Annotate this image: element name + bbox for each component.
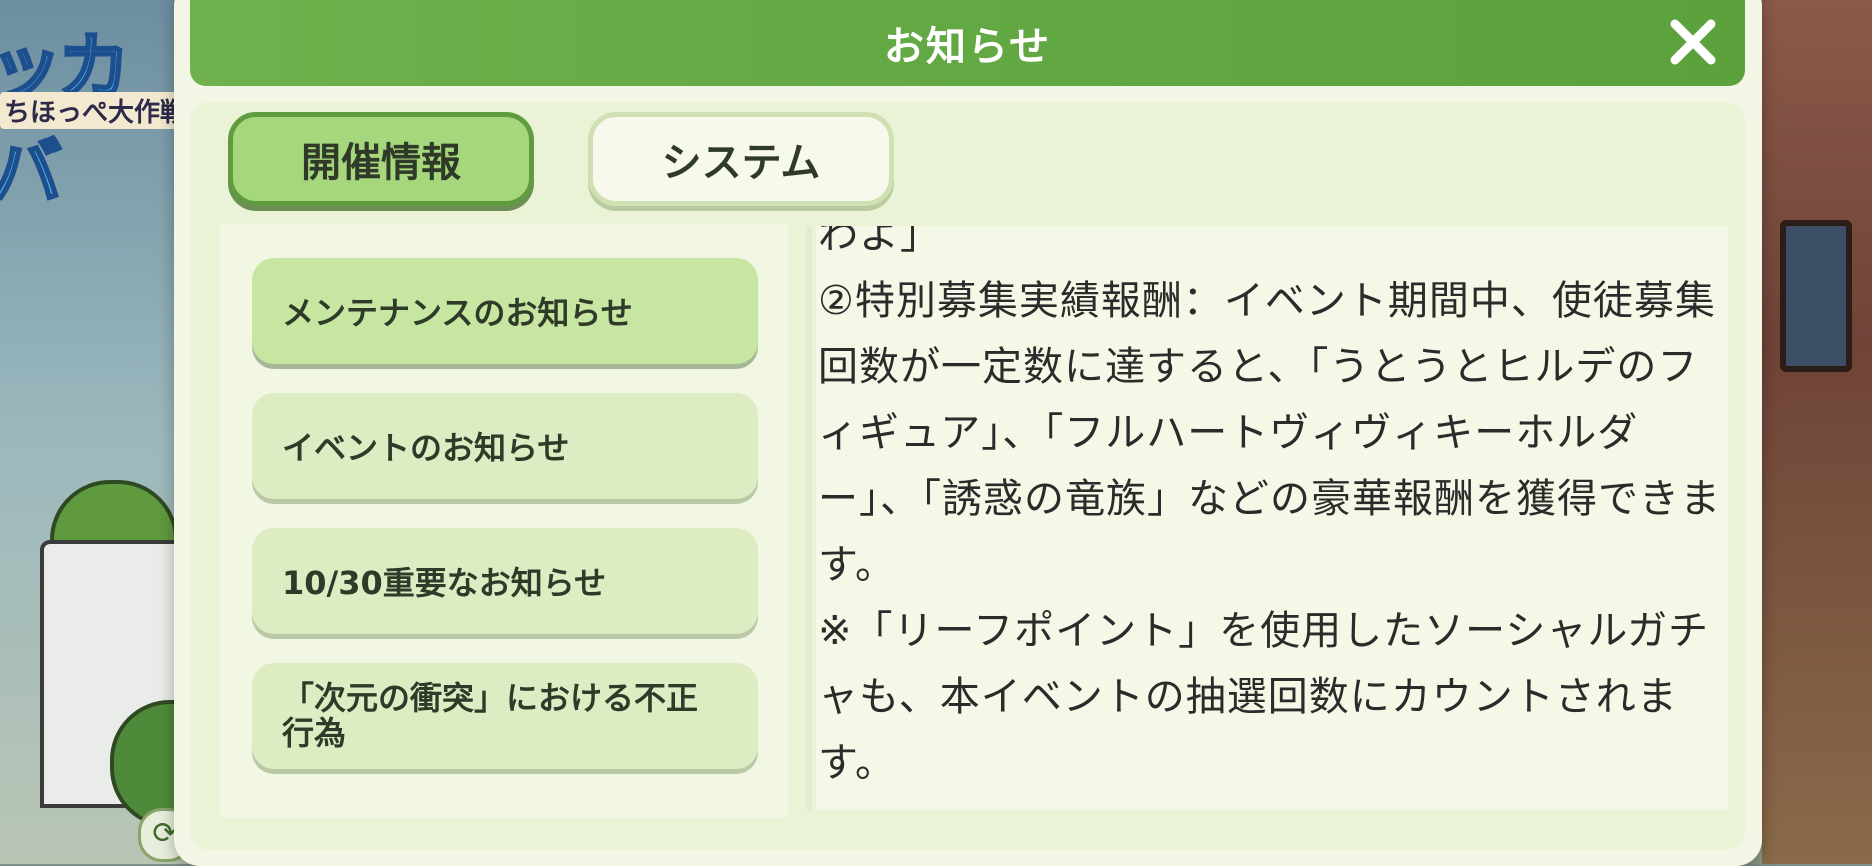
game-logo: ッカバ ちほっぺ大作戦	[0, 0, 190, 216]
tab-event-info[interactable]: 開催情報	[228, 112, 534, 206]
modal-title: お知らせ	[883, 24, 1052, 70]
notice-body-text: わよ」 ②特別募集実績報酬：イベント期間中、使徒募集回数が一定数に達すると、「う…	[818, 226, 1721, 786]
notice-content[interactable]: わよ」 ②特別募集実績報酬：イベント期間中、使徒募集回数が一定数に達すると、「う…	[816, 226, 1728, 810]
list-item-important-notice[interactable]: 10/30重要なお知らせ	[252, 528, 758, 634]
list-item-event[interactable]: イベントのお知らせ	[252, 393, 758, 499]
list-item-dimension-clash[interactable]: 「次元の衝突」における不正行為	[252, 663, 758, 769]
tab-system[interactable]: システム	[588, 112, 894, 206]
close-button[interactable]	[1661, 10, 1725, 74]
building-window	[1780, 220, 1852, 372]
modal-header: お知らせ	[190, 0, 1745, 86]
close-icon	[1670, 19, 1716, 65]
content-scrollbar[interactable]	[806, 226, 812, 810]
logo-sub-text: ちほっぺ大作戦	[0, 92, 190, 129]
list-item-maintenance[interactable]: メンテナンスのお知らせ	[252, 258, 758, 364]
background-right-building	[1762, 0, 1872, 864]
